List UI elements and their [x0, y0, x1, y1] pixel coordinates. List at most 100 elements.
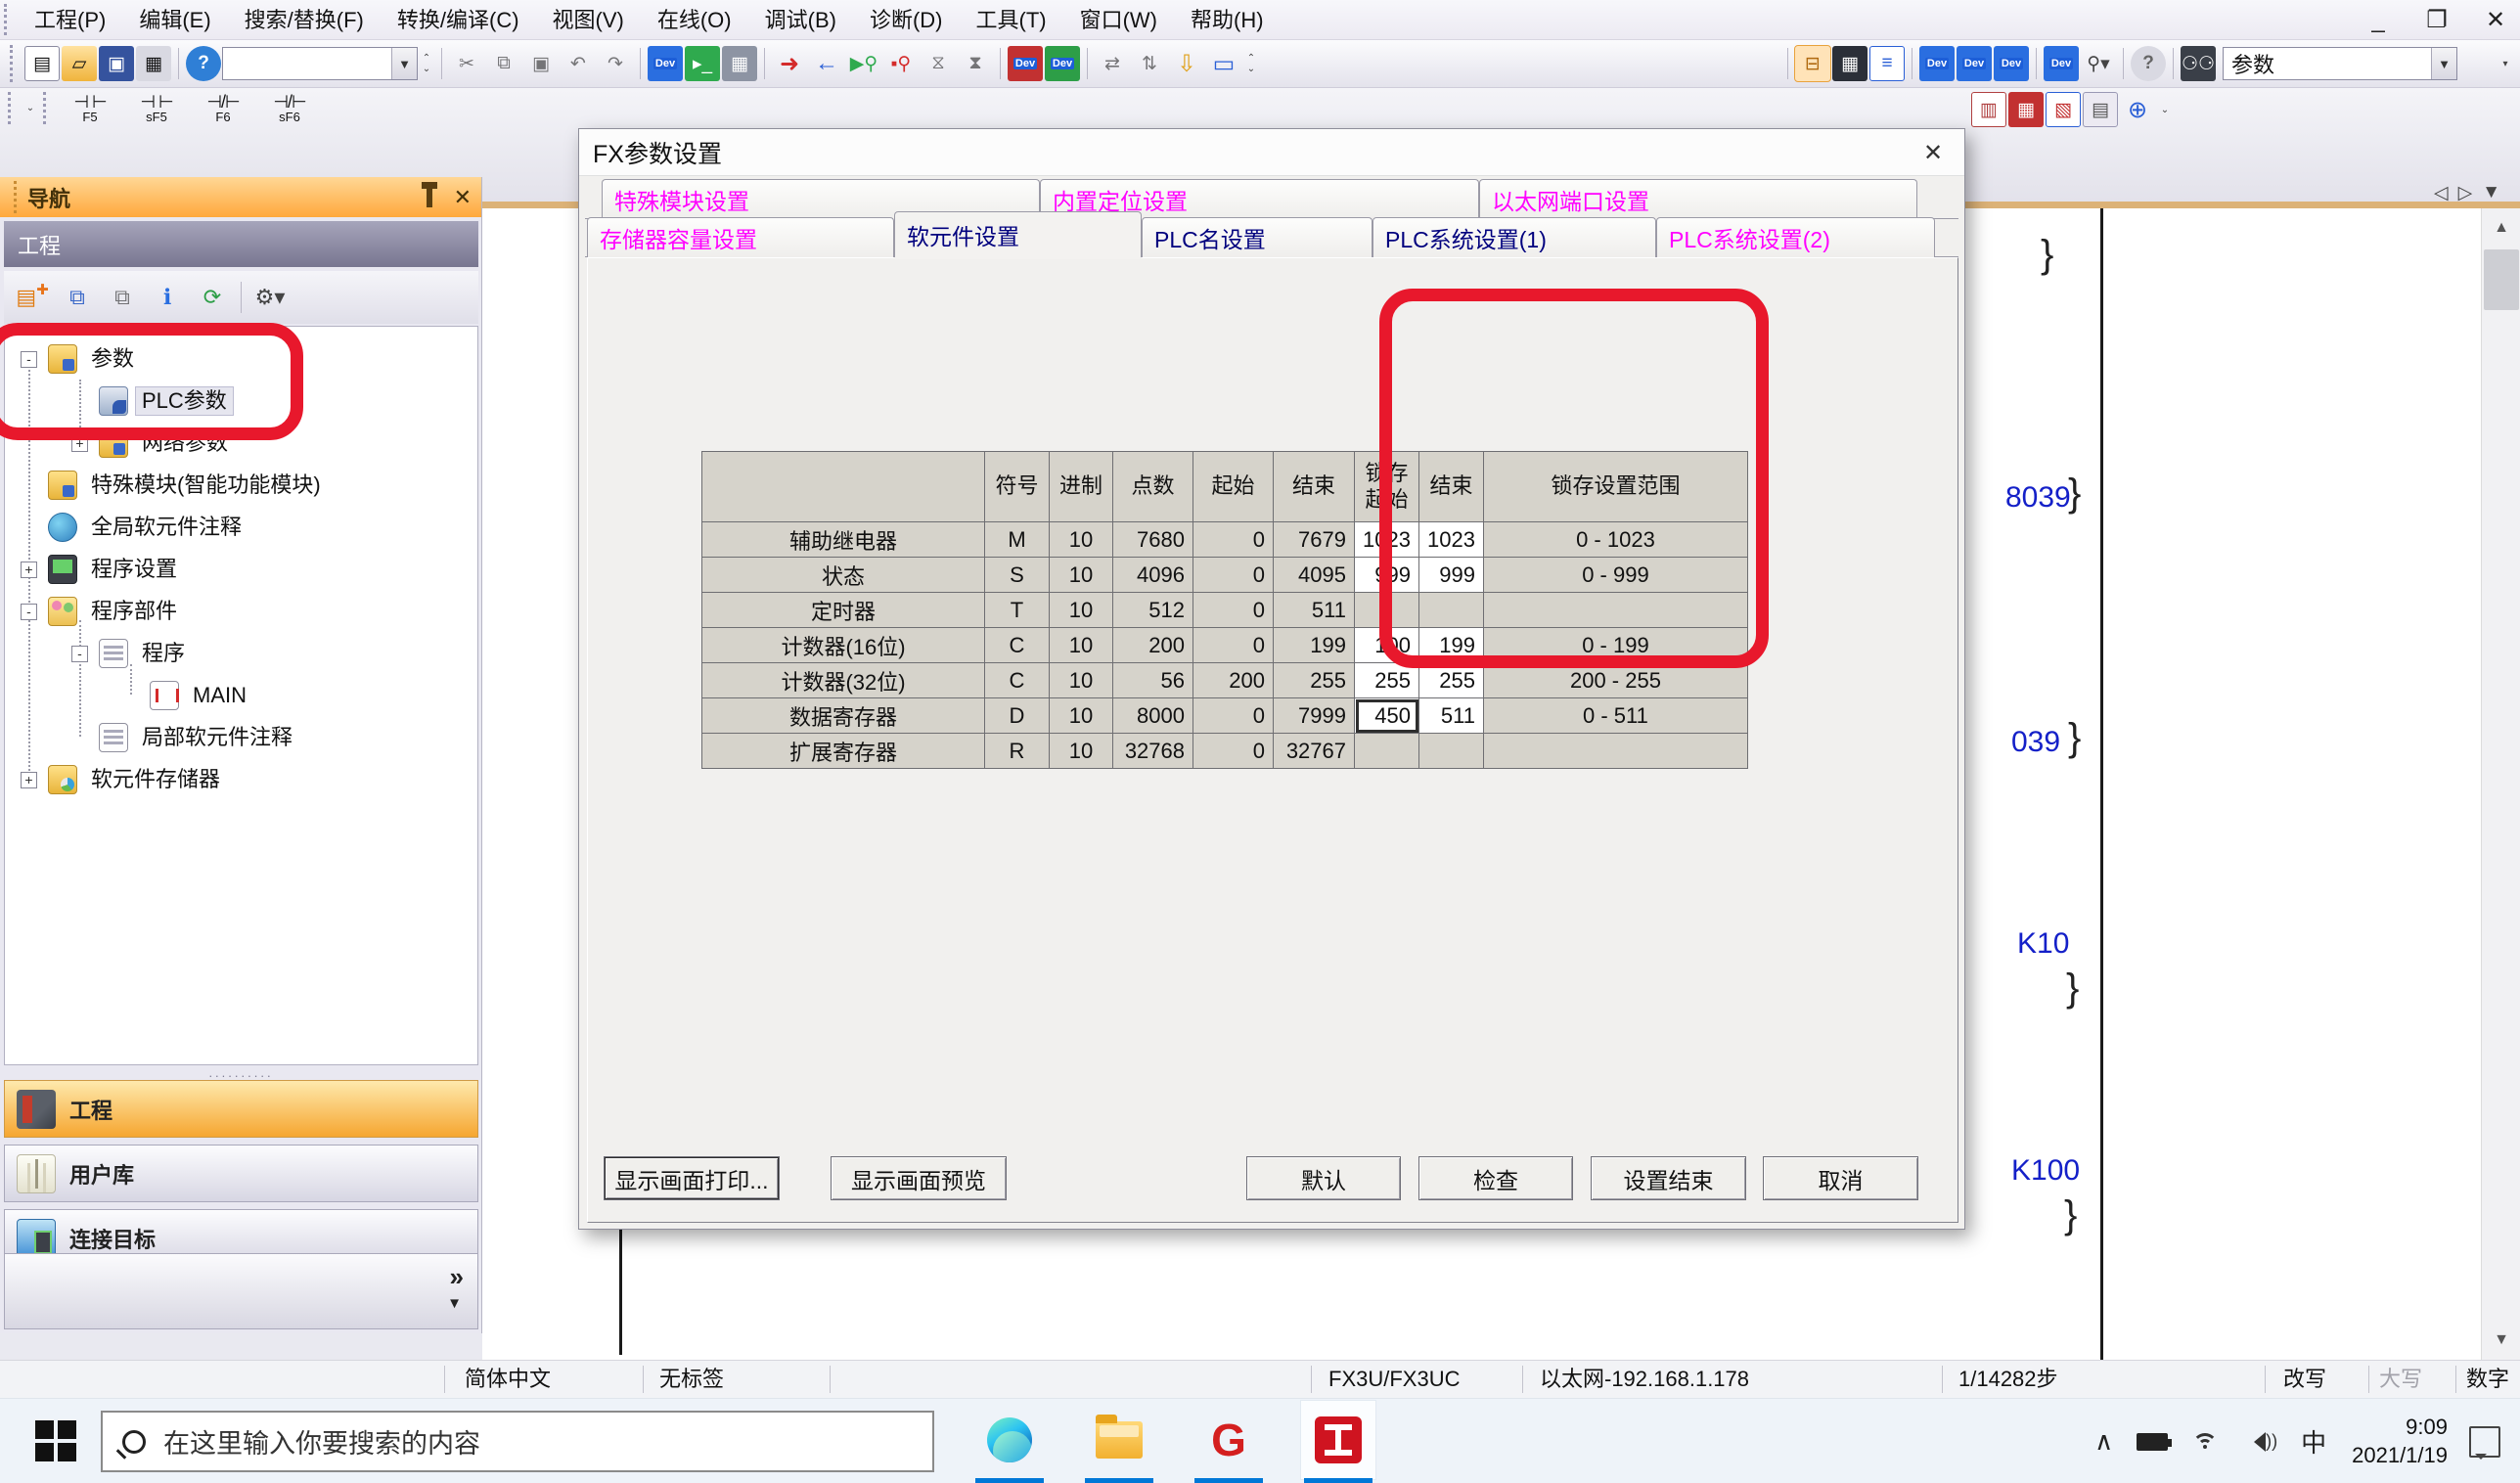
tab-plc-name[interactable]: PLC名设置 [1142, 217, 1372, 257]
menu-search-replace[interactable]: 搜索/替换(F) [228, 0, 381, 40]
tab-ethernet-port[interactable]: 以太网端口设置 [1479, 179, 1917, 219]
refresh-icon[interactable]: ⟳ [192, 277, 233, 318]
chevron-down-icon[interactable]: ▼ [391, 48, 417, 79]
chevron-down-icon[interactable]: ▼ [2431, 48, 2456, 79]
transfer-read-icon[interactable]: ➜ [772, 46, 807, 81]
nav-button-project[interactable]: 工程 [4, 1080, 478, 1138]
device-display-icon[interactable]: Dev [2044, 46, 2079, 81]
document-view-icon[interactable]: ≡ [1869, 46, 1905, 81]
menu-convert-compile[interactable]: 转换/编译(C) [381, 0, 536, 40]
sort-filter-icon[interactable]: ⚙▾ [249, 277, 291, 318]
undo-icon[interactable]: ↶ [561, 46, 596, 81]
open-contact-tool[interactable]: ⊣ ⊢F5 [58, 90, 122, 127]
minimize-icon[interactable]: _ [2362, 7, 2395, 34]
tree-item-label[interactable]: 参数 [85, 345, 140, 373]
close-icon[interactable]: ✕ [2479, 6, 2512, 34]
cell-latch-start-input-focused[interactable]: 450 [1355, 698, 1419, 734]
monitor-write-icon[interactable]: ▦ [722, 46, 757, 81]
scrollbar-thumb[interactable] [2484, 249, 2519, 310]
finish-setting-button[interactable]: 设置结束 [1591, 1156, 1746, 1200]
redo-icon[interactable]: ↷ [598, 46, 633, 81]
project-tree-view-icon[interactable]: ⊟ [1795, 46, 1830, 81]
collapse-icon[interactable]: - [21, 604, 37, 620]
cancel-button[interactable]: 取消 [1763, 1156, 1918, 1200]
wifi-icon[interactable] [2191, 1431, 2221, 1453]
tree-item-parameter[interactable]: - 参数 [5, 337, 477, 380]
cell-latch-end-input[interactable]: 999 [1419, 558, 1484, 593]
module-config-icon[interactable]: ▦ [1832, 46, 1868, 81]
toolbar-grip[interactable] [43, 92, 53, 124]
display-format-icon[interactable]: ▤ [2083, 92, 2118, 127]
cut-icon[interactable]: ✂ [449, 46, 484, 81]
find-start-icon[interactable]: ▶⚲ [846, 46, 881, 81]
remote-icon[interactable]: ⇅ [1132, 46, 1167, 81]
more-buttons-icon[interactable]: » [450, 1262, 464, 1292]
tree-item-global-comment[interactable]: 全局软元件注释 [5, 506, 477, 548]
scroll-down-icon[interactable]: ▼ [2482, 1321, 2520, 1360]
tree-item-program[interactable]: - 程序 [5, 632, 477, 674]
tree-item-local-comment[interactable]: 局部软元件注释 [5, 716, 477, 758]
expand-icon[interactable]: + [21, 562, 37, 578]
taskbar-search-input[interactable]: 在这里输入你要搜索的内容 [101, 1411, 934, 1472]
toolbar-options-icon[interactable]: ⌄ [2156, 92, 2174, 127]
statement-display-icon[interactable]: ▦ [2008, 92, 2044, 127]
menu-window[interactable]: 窗口(W) [1063, 0, 1174, 40]
copy-icon[interactable]: ⧉ [486, 46, 521, 81]
parallel-closed-contact-tool[interactable]: ⊣/⊢sF6 [257, 90, 322, 127]
menu-online[interactable]: 在线(O) [641, 0, 748, 40]
menu-edit[interactable]: 编辑(E) [122, 0, 227, 40]
action-center-icon[interactable] [2469, 1426, 2500, 1458]
toolbar-options-icon[interactable]: ⌄ [22, 103, 39, 113]
tree-item-network-parameter[interactable]: + 网络参数 [5, 422, 477, 464]
copy-data-icon[interactable]: ⧉ [57, 277, 98, 318]
default-button[interactable]: 默认 [1246, 1156, 1401, 1200]
battery-icon[interactable] [2137, 1433, 2168, 1451]
device-network-icon[interactable]: Dev [1994, 46, 2029, 81]
find-stop-icon[interactable]: ▪⚲ [883, 46, 919, 81]
ime-indicator[interactable]: 中 [2301, 1423, 2326, 1460]
open-project-icon[interactable]: ▱ [62, 46, 97, 81]
tree-item-label[interactable]: 程序 [136, 640, 191, 667]
monitor-start-icon[interactable]: ▸_ [685, 46, 720, 81]
scroll-up-icon[interactable]: ▲ [2482, 208, 2520, 247]
verify-icon[interactable]: ⇄ [1095, 46, 1130, 81]
cell-latch-end-input[interactable]: 199 [1419, 628, 1484, 663]
dialog-titlebar[interactable]: FX参数设置 ✕ [579, 129, 1964, 176]
menu-debug[interactable]: 调试(B) [748, 0, 853, 40]
volume-icon[interactable]: )) [2244, 1431, 2277, 1452]
chevron-down-icon[interactable]: ▼ [2482, 182, 2500, 204]
close-icon[interactable]: ✕ [454, 185, 472, 210]
tree-item-label[interactable]: 网络参数 [136, 429, 234, 457]
step-stop-icon[interactable]: ⧗ [958, 46, 993, 81]
tree-item-label[interactable]: PLC参数 [136, 387, 233, 415]
tab-device-setting[interactable]: 软元件设置 [894, 211, 1142, 257]
print-screen-button[interactable]: 显示画面打印... [604, 1156, 780, 1200]
help-icon[interactable]: ? [186, 46, 221, 81]
device-comment-icon[interactable]: Dev [1919, 46, 1955, 81]
note-display-icon[interactable]: ▧ [2046, 92, 2081, 127]
tree-item-special-module[interactable]: 特殊模块(智能功能模块) [5, 464, 477, 506]
taskbar-edge-button[interactable] [971, 1400, 1048, 1480]
nav-button-user-library[interactable]: 用户库 [4, 1145, 478, 1202]
tree-item-label[interactable]: 全局软元件注释 [85, 514, 248, 541]
step-run-icon[interactable]: ⧖ [921, 46, 956, 81]
scroll-right-icon[interactable]: ▷ [2458, 182, 2473, 204]
collapse-icon[interactable]: - [21, 351, 37, 368]
vertical-scrollbar[interactable]: ▲ ▼ [2481, 208, 2520, 1360]
toolbar-grip[interactable] [4, 4, 14, 35]
tree-item-label[interactable]: 程序设置 [85, 556, 183, 583]
paste-icon[interactable]: ▣ [523, 46, 559, 81]
device-memory-icon[interactable]: Dev [1957, 46, 1992, 81]
toolbar-options-icon[interactable]: ⌃⌄ [418, 53, 435, 74]
expand-icon[interactable]: + [71, 435, 88, 452]
scroll-left-icon[interactable]: ◁ [2434, 182, 2449, 204]
transfer-setup-icon[interactable]: ⇩ [1169, 46, 1204, 81]
panel-splitter[interactable]: .......... [4, 1065, 478, 1079]
tree-item-label[interactable]: 特殊模块(智能功能模块) [85, 472, 327, 499]
zoom-icon[interactable]: ⊕ [2120, 92, 2155, 127]
parallel-open-contact-tool[interactable]: ⊣ ⊢sF5 [124, 90, 189, 127]
tree-item-device-memory[interactable]: + 软元件存储器 [5, 758, 477, 800]
cell-latch-end-input[interactable]: 1023 [1419, 522, 1484, 558]
cell-latch-start-input[interactable]: 999 [1355, 558, 1419, 593]
closed-contact-tool[interactable]: ⊣/⊢F6 [191, 90, 255, 127]
